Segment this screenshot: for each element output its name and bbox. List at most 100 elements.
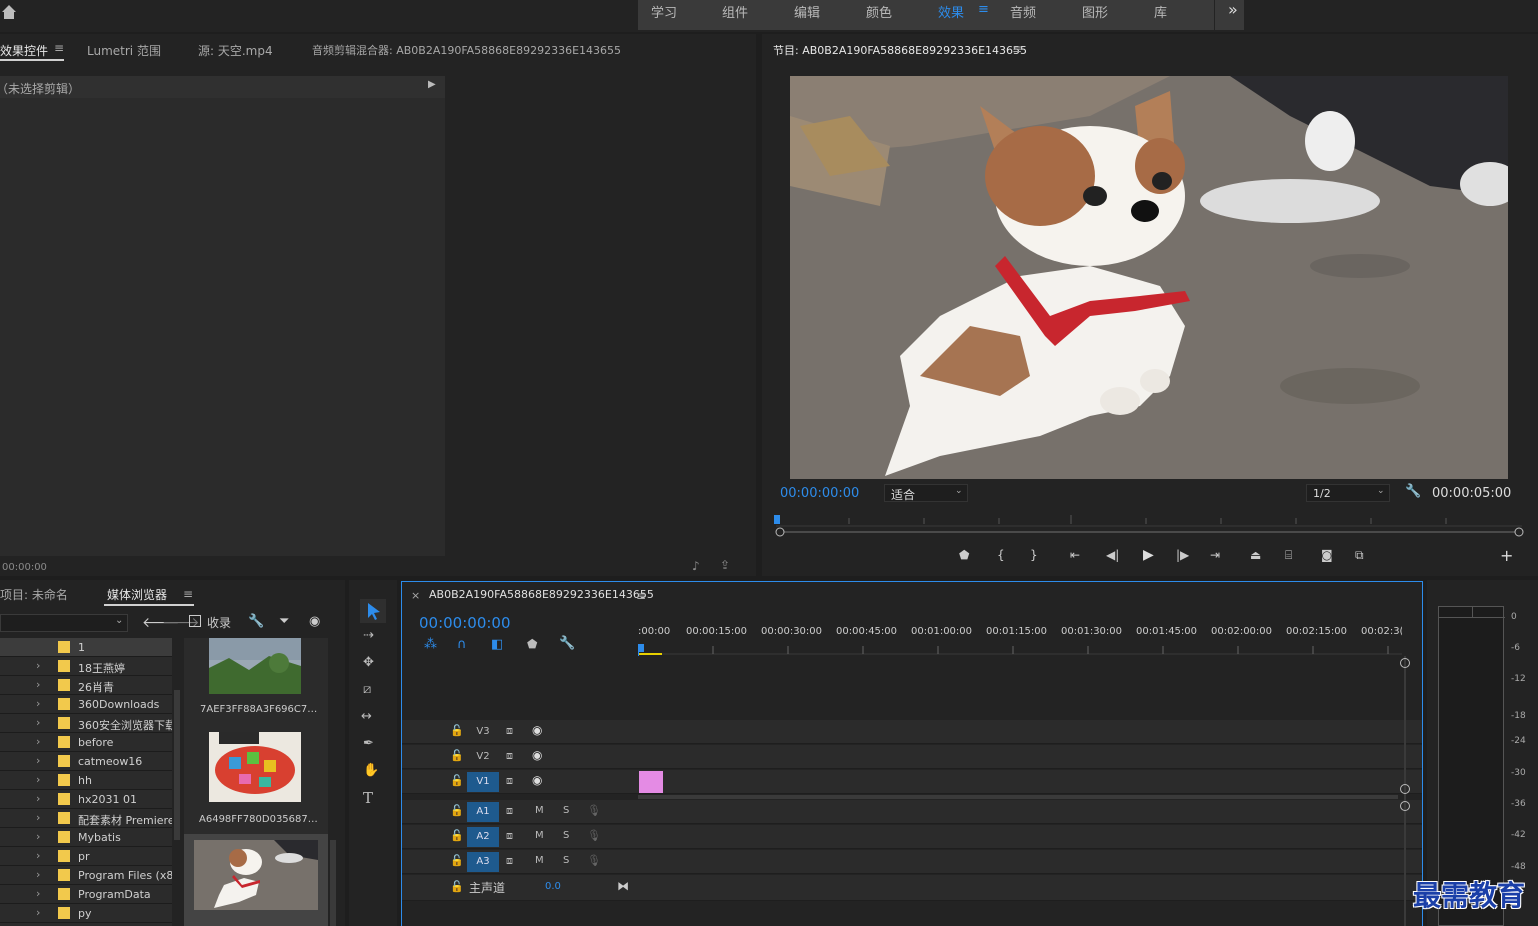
add-marker-icon[interactable]: ⬟ (527, 637, 537, 651)
go-to-out-icon[interactable]: ⇥ (1210, 548, 1220, 562)
camera-icon[interactable]: ◙ (1321, 548, 1333, 562)
mute-button[interactable]: M (535, 855, 544, 866)
view-eye-icon[interactable]: ◉ (309, 614, 320, 629)
track-a1[interactable]: 🔓 A1 ⧈ M S 🎙 (402, 800, 1422, 824)
lift-icon[interactable]: ⏏ (1250, 548, 1261, 562)
export-audio-icon[interactable]: ♪ (692, 559, 700, 573)
panel-menu-icon[interactable]: ≡ (54, 41, 64, 55)
track-label-v2[interactable]: V2 (467, 747, 499, 767)
master-value[interactable]: 0.0 (545, 881, 561, 892)
list-item[interactable]: › hx2031 01 (0, 790, 172, 809)
chevron-right-icon[interactable]: › (36, 887, 40, 900)
timeline-settings-wrench-icon[interactable]: 🔧 (559, 636, 575, 651)
list-item[interactable]: › 18王燕婷 (0, 657, 172, 676)
home-icon[interactable] (0, 2, 20, 22)
lock-icon[interactable]: 🔓 (450, 724, 464, 737)
ingest-checkbox[interactable] (189, 615, 201, 627)
razor-tool-icon[interactable]: ⧄ (363, 682, 371, 697)
mute-button[interactable]: M (535, 805, 544, 816)
track-master[interactable]: 🔓 主声道 0.0 ⧓ (402, 875, 1422, 901)
sync-lock-icon[interactable]: ⧈ (506, 854, 513, 868)
list-item[interactable]: › 26肖青 (0, 676, 172, 695)
track-v1[interactable]: 🔓 V1 ⧈ ◉ (402, 770, 1422, 794)
export-frame-icon[interactable]: ⇪ (720, 558, 730, 572)
eye-icon[interactable]: ◉ (532, 723, 542, 737)
lock-icon[interactable]: 🔓 (450, 854, 464, 867)
list-item[interactable]: › hh (0, 771, 172, 790)
list-item[interactable]: › Mybatis (0, 828, 172, 847)
snap-magnet-icon[interactable]: ∩ (457, 637, 467, 652)
ripple-edit-tool-icon[interactable]: ✥ (363, 655, 374, 670)
workspace-assembly[interactable]: 组件 (722, 2, 748, 21)
sync-lock-icon[interactable]: ⧈ (506, 829, 513, 843)
location-dropdown[interactable]: ⌄ (0, 614, 128, 632)
timeline-timecode[interactable]: 00:00:00:00 (419, 614, 511, 632)
chevron-right-icon[interactable]: › (36, 697, 40, 710)
microphone-icon[interactable]: 🎙 (587, 829, 601, 842)
expand-icon[interactable]: ▶ (428, 79, 436, 90)
thumbnail-image[interactable] (209, 732, 301, 802)
list-item[interactable]: › catmeow16 (0, 752, 172, 771)
tab-audio-clip-mixer[interactable]: 音频剪辑混合器: AB0B2A190FA58868E89292336E14365… (312, 42, 621, 58)
scroll-handle-top[interactable] (1400, 658, 1410, 668)
comparison-view-icon[interactable]: ⧉ (1355, 548, 1364, 563)
workspace-graphics[interactable]: 图形 (1082, 2, 1108, 21)
master-expand-icon[interactable]: ⧓ (617, 879, 629, 893)
track-label-v1[interactable]: V1 (467, 772, 499, 792)
ingest-settings-wrench-icon[interactable]: 🔧 (248, 614, 264, 629)
program-current-time[interactable]: 00:00:00:00 (780, 486, 859, 501)
list-item[interactable]: › pr (0, 847, 172, 866)
nest-sequence-icon[interactable]: ⁂ (424, 637, 437, 652)
track-label-a1[interactable]: A1 (467, 802, 499, 822)
mark-in-icon[interactable]: { (997, 548, 1005, 562)
mark-out-icon[interactable]: } (1030, 548, 1038, 562)
thumbnail-selected[interactable] (184, 834, 328, 926)
workspace-overflow-icon[interactable]: » (1228, 0, 1238, 19)
track-label-a3[interactable]: A3 (467, 852, 499, 872)
program-scrubber[interactable] (774, 512, 1526, 542)
hand-tool-icon[interactable]: ✋ (363, 763, 379, 778)
lock-icon[interactable]: 🔓 (450, 774, 464, 787)
workspace-editing[interactable]: 编辑 (794, 2, 820, 21)
list-item[interactable]: 1 (0, 638, 172, 657)
program-monitor-title[interactable]: 节目: AB0B2A190FA58868E89292336E143655 (773, 42, 1027, 58)
list-item[interactable]: › 360Downloads (0, 695, 172, 714)
track-label-v3[interactable]: V3 (467, 722, 499, 742)
video-clip[interactable] (639, 771, 663, 793)
settings-wrench-icon[interactable]: 🔧 (1405, 484, 1421, 499)
track-v2[interactable]: 🔓 V2 ⧈ ◉ (402, 745, 1422, 769)
chevron-right-icon[interactable]: › (36, 659, 40, 672)
lock-icon[interactable]: 🔓 (450, 749, 464, 762)
av-divider[interactable] (638, 795, 1398, 799)
thumbnail-image[interactable] (194, 840, 318, 910)
solo-button[interactable]: S (563, 830, 569, 841)
list-item[interactable]: › 配套素材 Premiere (0, 809, 172, 828)
workspace-learn[interactable]: 学习 (651, 2, 677, 21)
workspace-color[interactable]: 颜色 (866, 2, 892, 21)
microphone-icon[interactable]: 🎙 (587, 854, 601, 867)
lock-icon[interactable]: 🔓 (450, 804, 464, 817)
solo-button[interactable]: S (563, 805, 569, 816)
time-ruler[interactable]: :00:00 00:00:15:00 00:00:30:00 00:00:45:… (638, 622, 1402, 656)
panel-menu-icon[interactable]: ≡ (636, 589, 646, 603)
list-item[interactable]: ›Program Files (x86) (0, 866, 172, 885)
sync-lock-icon[interactable]: ⧈ (506, 749, 513, 763)
scroll-handle-audio[interactable] (1400, 801, 1410, 811)
track-label-a2[interactable]: A2 (467, 827, 499, 847)
chevron-right-icon[interactable]: › (36, 678, 40, 691)
lock-icon[interactable]: 🔓 (450, 829, 464, 842)
eye-icon[interactable]: ◉ (532, 748, 542, 762)
microphone-icon[interactable]: 🎙 (587, 804, 601, 817)
tab-lumetri-scopes[interactable]: Lumetri 范围 (87, 42, 161, 59)
track-select-tool-icon[interactable]: ⇢ (363, 628, 374, 643)
type-tool-icon[interactable]: T (363, 789, 373, 807)
scroll-handle-mid[interactable] (1400, 784, 1410, 794)
pen-tool-icon[interactable]: ✒ (363, 736, 374, 751)
chevron-right-icon[interactable]: › (36, 811, 40, 824)
chevron-right-icon[interactable]: › (36, 830, 40, 843)
track-a3[interactable]: 🔓 A3 ⧈ M S 🎙 (402, 850, 1422, 874)
chevron-right-icon[interactable]: › (36, 773, 40, 786)
mute-button[interactable]: M (535, 830, 544, 841)
tab-source[interactable]: 源: 天空.mp4 (198, 42, 273, 59)
slip-tool-icon[interactable]: ↔ (361, 709, 372, 724)
